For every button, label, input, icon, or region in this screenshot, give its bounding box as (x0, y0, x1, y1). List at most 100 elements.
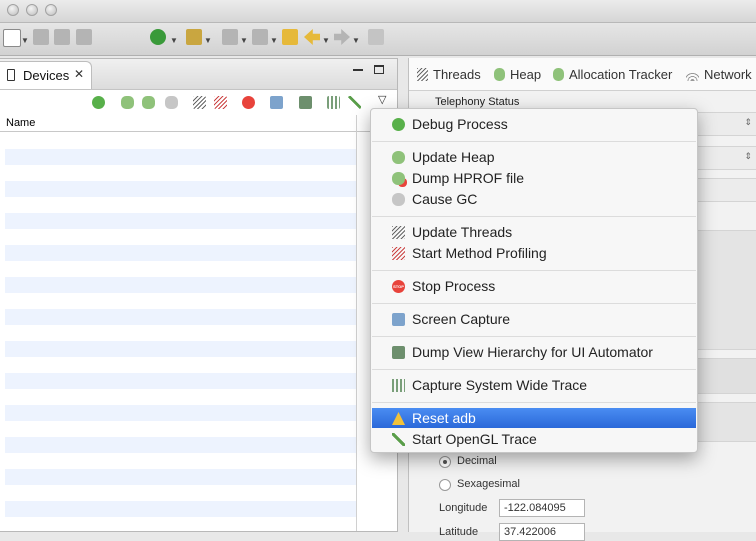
chevron-down-icon[interactable]: ▼ (240, 36, 248, 45)
maximize-view-icon[interactable] (374, 65, 384, 74)
systrace-icon[interactable] (327, 96, 340, 109)
main-toolbar: ▼ ▼ ▼ ▼ ▼ ▼ ▼ (0, 23, 756, 56)
tab-heap[interactable]: Heap (494, 67, 541, 82)
gc-icon (392, 193, 405, 206)
menu-item-debug-process[interactable]: Debug Process (372, 114, 696, 134)
profiling-icon[interactable] (214, 96, 227, 109)
devices-view-menu: Debug Process Update Heap Dump HPROF fil… (370, 108, 698, 453)
table-row[interactable] (5, 213, 356, 229)
network-icon (686, 68, 699, 81)
latitude-label: Latitude (439, 526, 479, 538)
close-icon[interactable]: ✕ (74, 67, 84, 81)
dump-hprof-icon (392, 172, 405, 185)
opengl-trace-icon (392, 433, 405, 446)
decimal-radio[interactable] (439, 456, 451, 468)
menu-item-start-opengl-trace[interactable]: Start OpenGL Trace (372, 429, 696, 449)
profiling-icon (392, 247, 405, 260)
gc-icon[interactable] (165, 96, 178, 109)
threads-icon (417, 68, 428, 81)
table-row[interactable] (5, 277, 356, 293)
dump-hprof-icon[interactable] (142, 96, 155, 109)
camera-icon (392, 313, 405, 326)
menu-item-update-heap[interactable]: Update Heap (372, 147, 696, 167)
tab-allocation-tracker[interactable]: Allocation Tracker (553, 67, 672, 82)
table-row[interactable] (5, 469, 356, 485)
chevron-down-icon[interactable]: ▼ (352, 36, 360, 45)
table-row[interactable] (5, 149, 356, 165)
devices-toolbar: ▽ (0, 90, 397, 114)
back-arrow-icon[interactable] (304, 29, 320, 45)
menu-item-stop-process[interactable]: STOP Stop Process (372, 276, 696, 296)
name-column-label: Name (6, 117, 36, 129)
table-row[interactable] (5, 405, 356, 421)
table-row[interactable] (5, 437, 356, 453)
heap-icon[interactable] (121, 96, 134, 109)
menu-separator (372, 369, 696, 370)
menu-separator (372, 141, 696, 142)
view-hierarchy-icon[interactable] (299, 96, 312, 109)
table-row[interactable] (5, 309, 356, 325)
systrace-icon (392, 379, 405, 392)
run-icon[interactable] (150, 29, 166, 45)
stop-icon[interactable] (242, 96, 255, 109)
longitude-input[interactable]: -122.084095 (499, 499, 585, 517)
save-all-icon[interactable] (54, 29, 70, 45)
view-hierarchy-icon (392, 346, 405, 359)
allocation-tracker-icon (553, 68, 564, 81)
zoom-window-button[interactable] (45, 4, 57, 16)
chevron-down-icon[interactable]: ▼ (322, 36, 330, 45)
forward-arrow-icon[interactable] (334, 29, 350, 45)
opengl-trace-icon[interactable] (348, 96, 361, 109)
tab-network[interactable]: Network (686, 67, 752, 82)
device-icon (7, 69, 15, 81)
menu-item-dump-view-hierarchy[interactable]: Dump View Hierarchy for UI Automator (372, 342, 696, 362)
menu-separator (372, 270, 696, 271)
heap-icon (494, 68, 505, 81)
next-annotation-icon[interactable] (222, 29, 238, 45)
last-edit-location-icon[interactable] (282, 29, 298, 45)
menu-item-start-method-profiling[interactable]: Start Method Profiling (372, 243, 696, 263)
chevron-down-icon[interactable]: ▼ (170, 36, 178, 45)
close-window-button[interactable] (7, 4, 19, 16)
camera-icon[interactable] (270, 96, 283, 109)
new-file-icon[interactable] (3, 29, 21, 47)
table-row[interactable] (5, 181, 356, 197)
menu-separator (372, 336, 696, 337)
external-tools-icon[interactable] (186, 29, 202, 45)
chevron-down-icon[interactable]: ▼ (21, 36, 29, 45)
devices-tab-bar: Devices ✕ (0, 59, 397, 90)
devices-panel: Devices ✕ ▽ Name (0, 58, 398, 532)
devices-tab-label: Devices (23, 68, 70, 83)
menu-separator (372, 216, 696, 217)
menu-item-reset-adb[interactable]: Reset adb (372, 408, 696, 428)
name-column-header[interactable]: Name (0, 115, 397, 132)
table-row[interactable] (5, 501, 356, 517)
chevron-down-icon[interactable]: ▼ (204, 36, 212, 45)
table-row[interactable] (5, 341, 356, 357)
table-row[interactable] (5, 245, 356, 261)
save-icon[interactable] (33, 29, 49, 45)
devices-tab[interactable]: Devices ✕ (0, 61, 92, 89)
minimize-window-button[interactable] (26, 4, 38, 16)
table-row[interactable] (5, 373, 356, 389)
minimize-view-icon[interactable] (353, 69, 363, 71)
menu-item-capture-system-wide-trace[interactable]: Capture System Wide Trace (372, 375, 696, 395)
print-icon[interactable] (76, 29, 92, 45)
tab-threads[interactable]: Threads (417, 67, 481, 82)
previous-annotation-icon[interactable] (252, 29, 268, 45)
menu-item-update-threads[interactable]: Update Threads (372, 222, 696, 242)
threads-icon[interactable] (193, 96, 206, 109)
threads-icon (392, 226, 405, 239)
latitude-input[interactable]: 37.422006 (499, 523, 585, 541)
bug-icon (392, 118, 405, 131)
menu-item-cause-gc[interactable]: Cause GC (372, 189, 696, 209)
bug-icon[interactable] (92, 96, 105, 109)
menu-item-dump-hprof[interactable]: Dump HPROF file (372, 168, 696, 188)
menu-item-screen-capture[interactable]: Screen Capture (372, 309, 696, 329)
telephony-status-label: Telephony Status (435, 96, 520, 108)
view-menu-chevron-icon[interactable]: ▽ (378, 93, 386, 106)
sexagesimal-radio[interactable] (439, 479, 451, 491)
chevron-down-icon[interactable]: ▼ (270, 36, 278, 45)
sexagesimal-label: Sexagesimal (457, 478, 520, 490)
pin-editor-icon[interactable] (368, 29, 384, 45)
